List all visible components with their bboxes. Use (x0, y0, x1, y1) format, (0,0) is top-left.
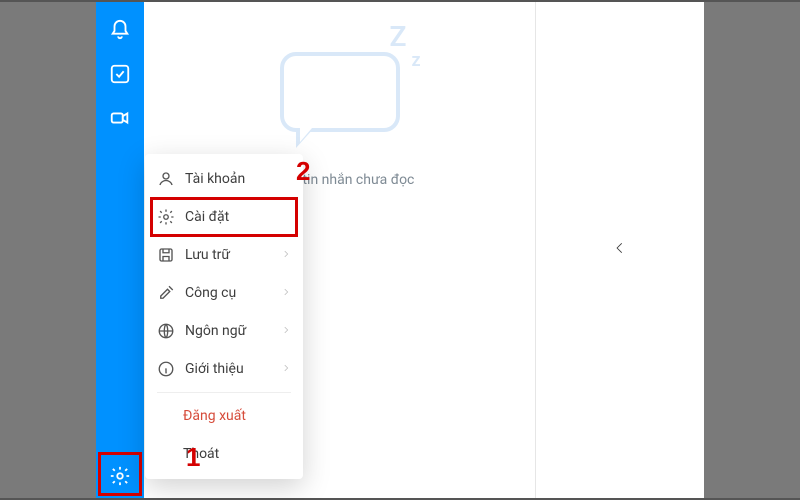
chevron-right-icon (281, 323, 291, 339)
video-icon[interactable] (96, 96, 144, 140)
menu-label: Ngôn ngữ (185, 323, 246, 339)
menu-label: Giới thiệu (185, 361, 244, 377)
menu-item-settings[interactable]: Cài đặt (145, 198, 303, 236)
menu-label: Công cụ (185, 285, 236, 301)
sidebar (96, 2, 144, 498)
save-icon (157, 246, 175, 264)
menu-separator (157, 392, 291, 393)
settings-popup-menu: Tài khoản Cài đặt Lưu trữ Công cụ Ngôn n… (145, 154, 303, 479)
tools-icon (157, 284, 175, 302)
menu-item-about[interactable]: Giới thiệu (145, 350, 303, 388)
gear-icon[interactable] (96, 454, 144, 498)
menu-item-language[interactable]: Ngôn ngữ (145, 312, 303, 350)
menu-label: Đăng xuất (183, 408, 246, 424)
gear-icon (157, 208, 175, 226)
chevron-left-icon[interactable] (613, 236, 627, 264)
menu-item-storage[interactable]: Lưu trữ (145, 236, 303, 274)
bell-icon[interactable] (96, 8, 144, 52)
detail-pane (536, 2, 704, 498)
chevron-right-icon (281, 285, 291, 301)
globe-icon (157, 322, 175, 340)
chevron-right-icon (281, 247, 291, 263)
menu-item-account[interactable]: Tài khoản (145, 160, 303, 198)
checkbox-icon[interactable] (96, 52, 144, 96)
chevron-right-icon (281, 361, 291, 377)
menu-label: Tài khoản (185, 171, 245, 187)
chat-bubble-icon (280, 52, 400, 132)
menu-item-tools[interactable]: Công cụ (145, 274, 303, 312)
menu-label: Cài đặt (185, 209, 229, 225)
sleep-z-icon: Z (390, 20, 407, 53)
info-icon (157, 360, 175, 378)
menu-item-quit[interactable]: Thoát (145, 435, 303, 473)
menu-label: Thoát (183, 446, 219, 462)
sleep-z-icon: z (412, 50, 421, 71)
menu-item-logout[interactable]: Đăng xuất (145, 397, 303, 435)
menu-label: Lưu trữ (185, 247, 230, 263)
user-icon (157, 170, 175, 188)
